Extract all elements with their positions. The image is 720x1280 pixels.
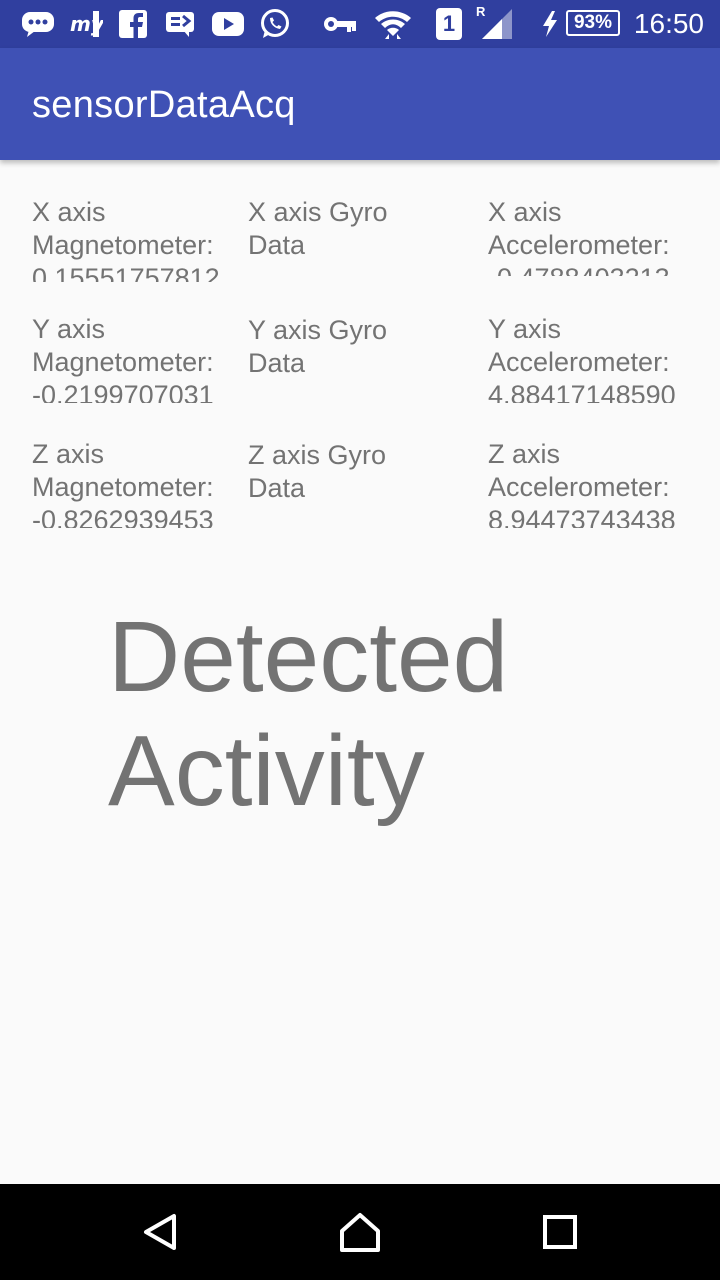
x-accelerometer-value: -0.4788403213 [488, 262, 688, 276]
y-magnetometer-value: -0.2199707031 [32, 380, 214, 403]
whatsapp-icon [258, 8, 292, 40]
signal-icon: R [474, 4, 514, 40]
x-magnetometer-reading: X axis Magnetometer: 0.15551757812 [32, 196, 232, 282]
y-magnetometer-label: Y axis Magnetometer: [32, 314, 214, 377]
y-accelerometer-value: 4.88417148590 [488, 380, 676, 403]
back-icon[interactable] [136, 1208, 184, 1256]
recents-icon[interactable] [536, 1208, 584, 1256]
z-gyro-reading: Z axis Gyro Data [248, 439, 448, 525]
z-accelerometer-reading: Z axis Accelerometer: 8.94473743438 [488, 438, 688, 528]
app-title: sensorDataAcq [32, 84, 296, 126]
x-magnetometer-value: 0.15551757812 [32, 263, 220, 282]
x-accelerometer-reading: X axis Accelerometer: -0.4788403213 [488, 196, 688, 276]
x-accelerometer-label: X axis Accelerometer: [488, 197, 670, 260]
myntra-icon: my [68, 8, 104, 40]
wifi-icon [372, 8, 414, 40]
detected-activity: Detected Activity [108, 601, 509, 827]
z-accelerometer-value: 8.94473743438 [488, 505, 676, 528]
z-accelerometer-label: Z axis Accelerometer: [488, 439, 670, 502]
z-magnetometer-value: -0.8262939453 [32, 505, 214, 528]
y-accelerometer-label: Y axis Accelerometer: [488, 314, 670, 377]
x-magnetometer-label: X axis Magnetometer: [32, 197, 214, 260]
y-accelerometer-reading: Y axis Accelerometer: 4.88417148590 [488, 313, 688, 403]
messages-icon [164, 8, 196, 40]
app-bar: sensorDataAcq [0, 48, 720, 160]
x-gyro-reading: X axis Gyro Data [248, 196, 448, 282]
x-gyro-label: X axis Gyro Data [248, 197, 388, 260]
key-icon [322, 8, 358, 40]
clock: 16:50 [633, 8, 704, 39]
messaging-icon [20, 8, 56, 40]
z-gyro-label: Z axis Gyro Data [248, 440, 387, 503]
roaming-indicator: R [476, 4, 486, 19]
youtube-icon [210, 8, 246, 40]
z-magnetometer-label: Z axis Magnetometer: [32, 439, 214, 502]
charging-icon [540, 8, 560, 40]
sim-icon: 1 [436, 8, 462, 40]
y-magnetometer-reading: Y axis Magnetometer: -0.2199707031 [32, 313, 232, 403]
y-gyro-reading: Y axis Gyro Data [248, 314, 448, 400]
navigation-bar [0, 1184, 720, 1280]
battery-icon: 93% [566, 10, 620, 36]
y-gyro-label: Y axis Gyro Data [248, 315, 388, 378]
z-magnetometer-reading: Z axis Magnetometer: -0.8262939453 [32, 438, 232, 528]
facebook-icon [118, 8, 148, 40]
home-icon[interactable] [336, 1208, 384, 1256]
status-bar: my 1 R 93% 16:50 [0, 0, 720, 48]
